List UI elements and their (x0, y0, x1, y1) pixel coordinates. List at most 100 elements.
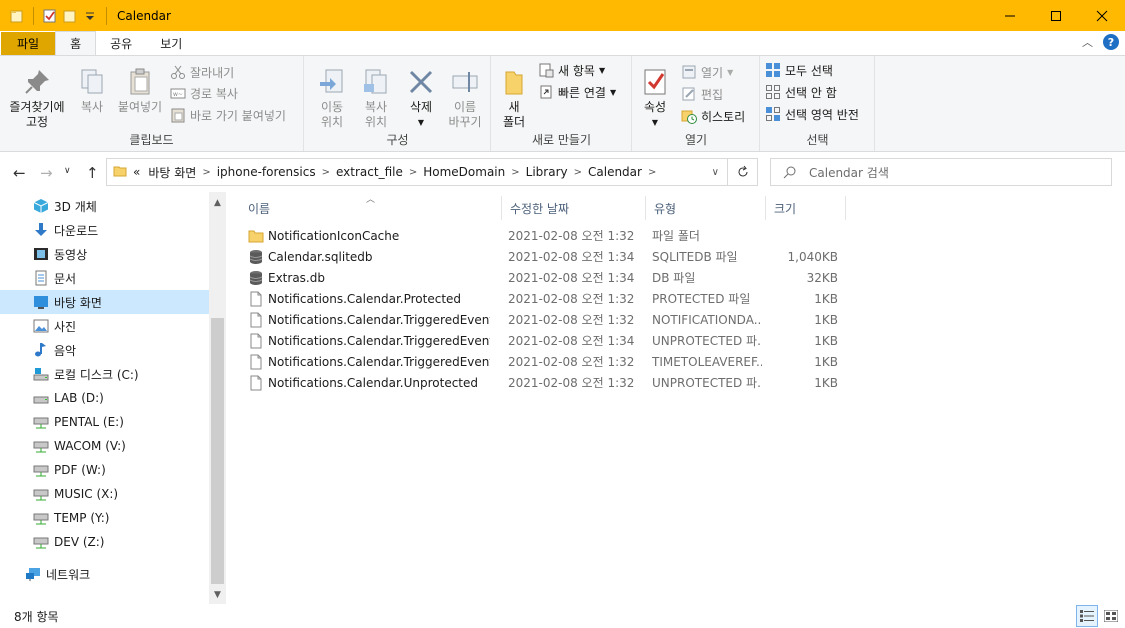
nav-item-desktop[interactable]: 바탕 화면 (0, 290, 209, 314)
paste-button[interactable]: 붙여넣기 (114, 66, 166, 115)
search-input[interactable]: Calendar 검색 (770, 158, 1112, 186)
large-icons-view-button[interactable] (1100, 605, 1122, 627)
back-arrow-icon[interactable]: ← (13, 164, 26, 182)
nav-item-lab-d[interactable]: LAB (D:) (0, 386, 209, 410)
nav-item-temp-y[interactable]: TEMP (Y:) (0, 506, 209, 530)
nav-pane-scrollbar[interactable]: ▲ ▼ (209, 192, 226, 604)
file-date: 2021-02-08 오전 1:32 (508, 292, 635, 306)
properties-icon[interactable] (42, 8, 58, 24)
copy-button[interactable]: 복사 (72, 66, 112, 115)
edit-icon (681, 86, 697, 102)
breadcrumb-calendar[interactable]: Calendar (588, 165, 642, 179)
network-drive-icon (33, 534, 49, 550)
easy-access-button[interactable]: 빠른 연결 ▼ (538, 82, 616, 102)
file-name: Calendar.sqlitedb (268, 249, 373, 264)
chevron-right-icon[interactable]: > (648, 167, 656, 178)
cut-button[interactable]: 잘라내기 (170, 62, 234, 82)
nav-item-documents[interactable]: 문서 (0, 266, 209, 290)
details-view-icon (1080, 610, 1094, 622)
file-row[interactable]: Notifications.Calendar.Unprotected 2021-… (242, 372, 1072, 393)
minimize-button[interactable] (987, 0, 1033, 31)
details-view-button[interactable] (1076, 605, 1098, 627)
chevron-down-icon: ▼ (609, 87, 617, 97)
column-header-size[interactable]: 크기 (766, 196, 846, 220)
nav-item-pdf-w[interactable]: PDF (W:) (0, 458, 209, 482)
collapse-ribbon-icon[interactable]: ︿ (1082, 34, 1093, 50)
breadcrumb-library[interactable]: Library (526, 165, 568, 179)
forward-arrow-icon[interactable]: → (40, 164, 53, 182)
delete-button[interactable]: 삭제 ▼ (401, 66, 441, 130)
nav-item-pental-e[interactable]: PENTAL (E:) (0, 410, 209, 434)
scroll-down-icon[interactable]: ▼ (209, 586, 226, 603)
column-header-date[interactable]: 수정한 날짜 (502, 196, 646, 220)
chevron-right-icon[interactable]: > (409, 167, 417, 178)
breadcrumb-homedomain[interactable]: HomeDomain (423, 165, 505, 179)
column-header-name[interactable]: 이름 (240, 196, 502, 220)
chevron-right-icon[interactable]: > (202, 167, 210, 178)
select-all-button[interactable]: 모두 선택 (765, 60, 833, 80)
nav-item-wacom-v[interactable]: WACOM (V:) (0, 434, 209, 458)
file-row[interactable]: NotificationIconCache 2021-02-08 오전 1:32… (242, 225, 1072, 246)
refresh-button[interactable] (728, 158, 758, 186)
nav-item-3d-objects[interactable]: 3D 개체 (0, 194, 209, 218)
close-button[interactable] (1079, 0, 1125, 31)
chevron-right-icon[interactable]: > (511, 167, 519, 178)
copy-to-button[interactable]: 복사 위치 (355, 66, 397, 130)
maximize-button[interactable] (1033, 0, 1079, 31)
properties-button[interactable]: 속성 ▼ (637, 66, 673, 130)
pin-to-quick-access-button[interactable]: 즐겨찾기에 고정 (8, 66, 66, 130)
file-icon (248, 354, 264, 370)
open-button[interactable]: 열기 ▼ (681, 62, 733, 82)
chevron-right-icon[interactable]: > (322, 167, 330, 178)
chevron-right-icon[interactable]: > (574, 167, 582, 178)
file-type: DB 파일 (652, 271, 696, 285)
file-row[interactable]: Notifications.Calendar.TriggeredEvent.N.… (242, 309, 1072, 330)
file-type: PROTECTED 파일 (652, 292, 751, 306)
nav-item-local-disk-c[interactable]: 로컬 디스크 (C:) (0, 362, 209, 386)
copy-path-button[interactable]: w~ 경로 복사 (170, 83, 238, 103)
select-none-button[interactable]: 선택 안 함 (765, 82, 837, 102)
nav-item-network[interactable]: 네트워크 (0, 562, 209, 586)
file-row[interactable]: Calendar.sqlitedb 2021-02-08 오전 1:34 SQL… (242, 246, 1072, 267)
scroll-up-icon[interactable]: ▲ (209, 194, 226, 211)
file-row[interactable]: Notifications.Calendar.TriggeredEvent.N.… (242, 330, 1072, 351)
new-folder-button[interactable]: 새 폴더 (498, 66, 530, 130)
customize-dropdown-icon[interactable] (82, 8, 98, 24)
edit-button[interactable]: 편집 (681, 84, 723, 104)
breadcrumb-desktop[interactable]: 바탕 화면 (148, 164, 196, 181)
address-bar[interactable]: « 바탕 화면 > iphone-forensics > extract_fil… (106, 158, 728, 186)
file-name: Notifications.Calendar.Unprotected (268, 375, 478, 390)
paste-shortcut-button[interactable]: 바로 가기 붙여넣기 (170, 105, 286, 125)
file-size: 1KB (814, 354, 838, 369)
column-header-type[interactable]: 유형 (646, 196, 766, 220)
recent-locations-chevron-icon[interactable]: ∨ (64, 166, 71, 176)
nav-item-dev-z[interactable]: DEV (Z:) (0, 530, 209, 554)
nav-item-pictures[interactable]: 사진 (0, 314, 209, 338)
ribbon-controls: ︿ ? (1082, 34, 1119, 50)
address-dropdown-icon[interactable]: ∨ (712, 167, 719, 178)
move-to-button[interactable]: 이동 위치 (311, 66, 353, 130)
up-arrow-icon[interactable]: ↑ (86, 164, 99, 182)
new-folder-icon[interactable] (62, 8, 78, 24)
nav-item-downloads[interactable]: 다운로드 (0, 218, 209, 242)
invert-selection-button[interactable]: 선택 영역 반전 (765, 104, 859, 124)
nav-item-music[interactable]: 음악 (0, 338, 209, 362)
tab-share[interactable]: 공유 (96, 32, 146, 55)
file-row[interactable]: Notifications.Calendar.Protected 2021-02… (242, 288, 1072, 309)
address-overflow[interactable]: « (133, 165, 140, 179)
help-icon[interactable]: ? (1103, 34, 1119, 50)
tab-file[interactable]: 파일 (1, 32, 56, 55)
tab-home[interactable]: 홈 (55, 31, 97, 55)
file-row[interactable]: Notifications.Calendar.TriggeredEvent.Ti… (242, 351, 1072, 372)
new-item-button[interactable]: 새 항목 ▼ (538, 60, 605, 80)
breadcrumb-extract-file[interactable]: extract_file (336, 165, 403, 179)
nav-item-videos[interactable]: 동영상 (0, 242, 209, 266)
nav-item-music-x[interactable]: MUSIC (X:) (0, 482, 209, 506)
nav-item-label: 동영상 (54, 247, 88, 262)
tab-view[interactable]: 보기 (146, 32, 196, 55)
breadcrumb-iphone-forensics[interactable]: iphone-forensics (217, 165, 316, 179)
rename-button[interactable]: 이름 바꾸기 (443, 66, 487, 130)
history-button[interactable]: 히스토리 (681, 106, 745, 126)
scrollbar-thumb[interactable] (211, 318, 224, 584)
file-row[interactable]: Extras.db 2021-02-08 오전 1:34 DB 파일 32KB (242, 267, 1072, 288)
